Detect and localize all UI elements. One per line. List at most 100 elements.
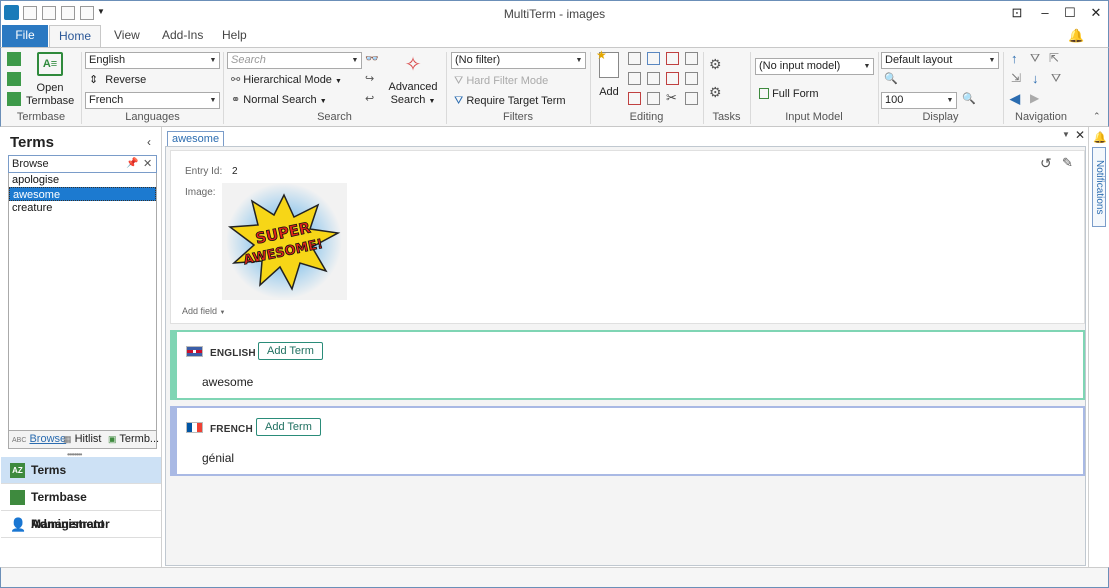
zoom-out-icon[interactable]: 🔍 — [884, 72, 898, 85]
add-entry-button[interactable]: ★ Add — [595, 48, 623, 99]
termbase-import-icon[interactable] — [7, 72, 21, 86]
tab-hitlist[interactable]: ▦ Hitlist — [63, 433, 101, 445]
group-display-label: Display — [922, 111, 959, 123]
add-term-button[interactable]: Add Term — [256, 418, 321, 436]
binoculars-icon[interactable]: 👓 — [365, 52, 379, 65]
add-field-button[interactable]: Add field ▼ — [182, 306, 226, 316]
edit-entry-icon[interactable] — [628, 52, 641, 65]
full-form-button[interactable]: Full Form — [759, 86, 819, 102]
hard-filter-mode-button[interactable]: ⛛ Hard Filter Mode — [454, 73, 548, 89]
undo-entry-icon[interactable] — [647, 72, 660, 85]
hierarchical-label: Hierarchical Mode — [243, 74, 332, 86]
tab-view[interactable]: View — [101, 25, 153, 47]
notification-bell-icon[interactable]: 🔔 — [1093, 131, 1107, 144]
termbase-new-icon[interactable] — [7, 52, 21, 66]
save-entry-icon[interactable] — [628, 72, 641, 85]
paste-icon[interactable] — [685, 92, 698, 105]
input-model-select[interactable]: (No input model) ▼ — [755, 58, 874, 75]
termbase-close-icon[interactable] — [7, 92, 21, 106]
edit-icon[interactable]: ✎ — [1062, 155, 1073, 171]
group-tasks-label: Tasks — [712, 111, 741, 123]
tab-home[interactable]: Home — [49, 25, 101, 48]
nav-back-icon[interactable]: ◀ — [1010, 91, 1020, 107]
chevron-down-icon: ▼ — [428, 98, 436, 105]
tab-list-dropdown-icon[interactable]: ▼ — [1062, 130, 1070, 139]
advanced-search-button[interactable]: ✧ Advanced Search ▼ — [386, 52, 440, 108]
hierarchical-mode-button[interactable]: ⚯ Hierarchical Mode ▼ — [231, 72, 342, 88]
language-strip — [172, 408, 177, 474]
tab-browse[interactable]: ABC Browse — [12, 433, 66, 445]
clear-icon[interactable]: ✕ — [143, 156, 152, 172]
zoom-select[interactable]: 100 ▼ — [881, 92, 957, 109]
search-input[interactable]: Search ▼ — [227, 52, 362, 69]
clipboard-icon[interactable] — [647, 92, 660, 105]
require-target-term-button[interactable]: ⛛ Require Target Term — [454, 93, 566, 109]
nav-forward-icon[interactable]: ▶ — [1030, 91, 1039, 105]
minimize-button[interactable]: – — [1032, 4, 1058, 22]
duplicate-entry-icon[interactable] — [685, 52, 698, 65]
nav-item-terms[interactable]: AZ Terms — [1, 457, 161, 484]
nav-filter-clear-icon[interactable]: ⛛ — [1051, 71, 1061, 86]
require-target-icon: ⛛ — [454, 95, 464, 107]
collapse-ribbon-icon[interactable]: ⌃ — [1093, 111, 1101, 122]
search-next-icon[interactable]: ↪ — [365, 72, 374, 85]
pin-icon[interactable]: 📌 — [126, 156, 138, 172]
bell-icon[interactable]: 🔔 — [1068, 28, 1084, 44]
notifications-tab[interactable]: Notifications — [1092, 147, 1106, 227]
tab-addins[interactable]: Add-Ins — [149, 25, 216, 47]
image-label: Image: — [185, 187, 216, 198]
document-tab[interactable]: awesome — [167, 131, 225, 147]
zoom-in-icon[interactable]: 🔍 — [962, 92, 976, 105]
tab-termbase[interactable]: ▣ Termb... — [108, 433, 159, 445]
nav-down-icon[interactable]: ↓ — [1032, 71, 1039, 86]
language-card-french: FRENCH Add Term génial — [170, 406, 1085, 476]
search-subtle-icon[interactable]: ↩ — [365, 92, 374, 105]
filter-select[interactable]: (No filter) ▼ — [451, 52, 586, 69]
nav-goto-icon[interactable]: ⇲ — [1011, 71, 1021, 85]
nav-up-icon[interactable]: ↑ — [1011, 51, 1018, 66]
group-termbase-label: Termbase — [16, 111, 66, 123]
tab-help[interactable]: Help — [209, 25, 260, 47]
restore-icon[interactable]: ⊡ — [1004, 4, 1030, 22]
nav-item-termbase-management[interactable]: Termbase Management — [1, 484, 161, 531]
nav-item-administrator[interactable]: 👤 Administrator — [1, 511, 161, 538]
maximize-button[interactable]: ☐ — [1057, 4, 1083, 22]
chevron-down-icon: ▼ — [863, 63, 871, 70]
list-item[interactable]: creature — [9, 201, 156, 215]
cut-icon[interactable]: ✂ — [666, 90, 677, 106]
input-model-value: (No input model) — [759, 60, 841, 72]
advanced-search-icon: ✧ — [404, 54, 422, 76]
tasks-gear-icon[interactable]: ⚙ — [709, 56, 722, 73]
tab-termbase-label: Termb... — [119, 433, 160, 445]
nav-terms-label: Terms — [31, 463, 67, 477]
full-form-icon — [759, 88, 769, 99]
copy-entry-icon[interactable] — [647, 52, 660, 65]
filter-funnel-icon: ⛛ — [454, 75, 464, 87]
delete-entry-icon[interactable] — [666, 52, 679, 65]
tasks-gear-stop-icon[interactable]: ⚙ — [709, 84, 722, 101]
paste-entry-icon[interactable] — [685, 72, 698, 85]
remove-entry-icon[interactable] — [666, 72, 679, 85]
add-term-button[interactable]: Add Term — [258, 342, 323, 360]
cancel-entry-icon[interactable] — [628, 92, 641, 105]
close-button[interactable]: ✕ — [1083, 4, 1109, 22]
list-item[interactable]: awesome — [9, 187, 156, 201]
tab-file[interactable]: File — [2, 25, 48, 47]
list-item[interactable]: apologise — [9, 173, 156, 187]
history-icon[interactable]: ↺ — [1040, 155, 1052, 172]
browse-input[interactable]: Browse 📌 ✕ — [8, 155, 157, 173]
normal-search-button[interactable]: ⚭ Normal Search ▼ — [231, 92, 327, 108]
nav-filter-icon[interactable]: ⛛ — [1030, 51, 1040, 66]
source-language-select[interactable]: English ▼ — [85, 52, 220, 69]
layout-value: Default layout — [885, 54, 953, 66]
close-document-icon[interactable]: ✕ — [1075, 128, 1085, 142]
open-termbase-button[interactable]: A≡ Open Termbase — [26, 52, 74, 108]
layout-select[interactable]: Default layout ▼ — [881, 52, 999, 69]
reverse-button[interactable]: ⇕ Reverse — [89, 72, 146, 88]
add-label: Add — [599, 86, 619, 98]
collapse-panel-icon[interactable]: ‹ — [147, 135, 151, 149]
target-language-select[interactable]: French ▼ — [85, 92, 220, 109]
nav-jump-icon[interactable]: ⇱ — [1049, 51, 1059, 65]
reverse-label: Reverse — [105, 74, 147, 86]
window-title: MultiTerm - images — [503, 7, 606, 21]
